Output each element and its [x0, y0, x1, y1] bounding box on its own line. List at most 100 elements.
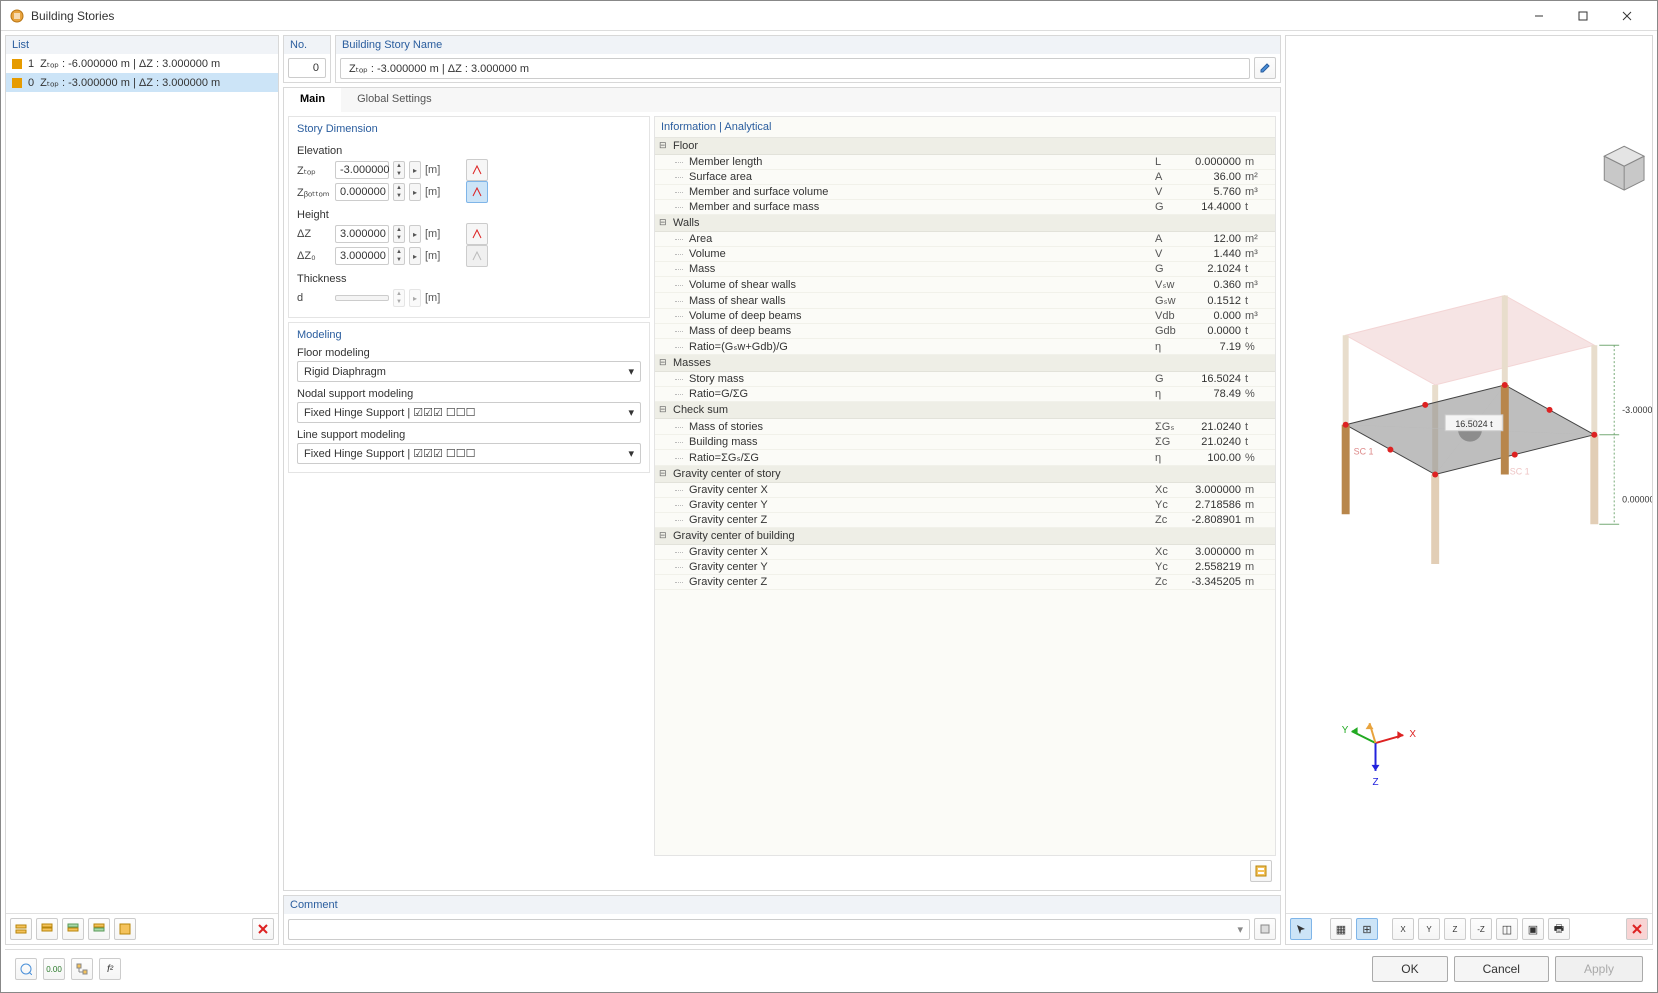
comment-library-button[interactable]	[1254, 918, 1276, 940]
help-button[interactable]	[15, 958, 37, 980]
info-row: Member and surface massG14.4000t	[655, 200, 1275, 215]
name-field[interactable]: Zₜₒₚ : -3.000000 m | ΔZ : 3.000000 m	[340, 58, 1250, 79]
info-row: Ratio=ΣGₛ/ΣGη100.00%	[655, 450, 1275, 466]
view-tool-yz[interactable]: Y	[1418, 918, 1440, 940]
view-tool-cursor[interactable]	[1290, 918, 1312, 940]
z-top-label: Zₜₒₚ	[297, 164, 331, 177]
unit-label: [m]	[425, 186, 440, 198]
comment-input[interactable]: ▾	[288, 919, 1250, 940]
dz0-spinner[interactable]: ▲▼	[393, 247, 405, 265]
view-tool-grid[interactable]: ▦	[1330, 918, 1352, 940]
info-row: Building massΣG21.0240t	[655, 435, 1275, 450]
height-heading: Height	[297, 203, 641, 223]
info-row: Member and surface volumeV5.760m³	[655, 185, 1275, 200]
close-button[interactable]	[1605, 2, 1649, 30]
story-color-chip	[12, 78, 22, 88]
story-dimension-group: Story Dimension Elevation Zₜₒₚ -3.000000…	[288, 116, 650, 318]
tab-main[interactable]: Main	[284, 88, 341, 112]
apply-button: Apply	[1555, 956, 1643, 982]
list-item-idx: 0	[28, 77, 34, 89]
z-bottom-spinner[interactable]: ▲▼	[393, 183, 405, 201]
story-list[interactable]: 1 Zₜₒₚ : -6.000000 m | ΔZ : 3.000000 m 0…	[6, 54, 278, 913]
minimize-button[interactable]	[1517, 2, 1561, 30]
svg-text:0.000000 m: 0.000000 m	[1622, 494, 1652, 504]
list-item-idx: 1	[28, 58, 34, 70]
no-field[interactable]: 0	[288, 58, 326, 78]
z-top-spinner[interactable]: ▲▼	[393, 161, 405, 179]
units-button[interactable]: 0.00	[43, 958, 65, 980]
info-category[interactable]: Gravity center of story	[655, 466, 1275, 483]
view-tool-persp[interactable]: ▣	[1522, 918, 1544, 940]
info-title: Information | Analytical	[655, 117, 1275, 138]
line-support-select[interactable]: Fixed Hinge Support | ☑☑☑ ☐☐☐▾	[297, 443, 641, 464]
list-tool-3[interactable]	[62, 918, 84, 940]
info-row: AreaA12.00m²	[655, 232, 1275, 247]
view-tool-flip[interactable]: -Z	[1470, 918, 1492, 940]
list-item[interactable]: 0 Zₜₒₚ : -3.000000 m | ΔZ : 3.000000 m	[6, 73, 278, 92]
dz0-step[interactable]: ▸	[409, 247, 421, 265]
list-tool-1[interactable]	[10, 918, 32, 940]
modeling-group: Modeling Floor modeling Rigid Diaphragm▾…	[288, 322, 650, 473]
info-category[interactable]: Gravity center of building	[655, 528, 1275, 545]
tab-global-settings[interactable]: Global Settings	[341, 88, 448, 112]
list-tool-5[interactable]	[114, 918, 136, 940]
chevron-down-icon: ▾	[1237, 923, 1243, 936]
view-tool-xy[interactable]: X	[1392, 918, 1414, 940]
view-tool-iso[interactable]: ◫	[1496, 918, 1518, 940]
pick-dz0-button	[466, 245, 488, 267]
z-bottom-input[interactable]: 0.000000	[335, 183, 389, 201]
info-row: VolumeV1.440m³	[655, 247, 1275, 262]
z-bottom-step[interactable]: ▸	[409, 183, 421, 201]
dz0-label: ΔZ₀	[297, 250, 331, 262]
svg-text:X: X	[1409, 729, 1416, 740]
info-row: Volume of shear wallsVₛw0.360m³	[655, 277, 1275, 293]
unit-label: [m]	[425, 164, 440, 176]
svg-text:-3.000000 m: -3.000000 m	[1622, 405, 1652, 415]
script-button[interactable]: f²	[99, 958, 121, 980]
list-item[interactable]: 1 Zₜₒₚ : -6.000000 m | ΔZ : 3.000000 m	[6, 54, 278, 73]
z-top-input[interactable]: -3.000000	[335, 161, 389, 179]
info-category[interactable]: Walls	[655, 215, 1275, 232]
chevron-down-icon: ▾	[628, 365, 634, 378]
info-row: Gravity center YYc2.558219m	[655, 560, 1275, 575]
chevron-down-icon: ▾	[628, 447, 634, 460]
dz-spinner[interactable]: ▲▼	[393, 225, 405, 243]
floor-modeling-select[interactable]: Rigid Diaphragm▾	[297, 361, 641, 382]
list-tool-4[interactable]	[88, 918, 110, 940]
delete-button[interactable]	[252, 918, 274, 940]
info-table: Information | Analytical FloorMember len…	[654, 116, 1276, 856]
info-category[interactable]: Masses	[655, 355, 1275, 372]
info-row: Surface areaA36.00m²	[655, 170, 1275, 185]
info-category[interactable]: Check sum	[655, 402, 1275, 419]
dz-input[interactable]: 3.000000	[335, 225, 389, 243]
dz0-input[interactable]: 3.000000	[335, 247, 389, 265]
view-tool-print[interactable]: 🖶	[1548, 918, 1570, 940]
maximize-button[interactable]	[1561, 2, 1605, 30]
ok-button[interactable]: OK	[1372, 956, 1447, 982]
info-row: Gravity center ZZc-2.808901m	[655, 513, 1275, 528]
floor-modeling-label: Floor modeling	[297, 345, 641, 361]
view-tool-close[interactable]	[1626, 918, 1648, 940]
pick-dz-button[interactable]	[466, 223, 488, 245]
unit-label: [m]	[425, 292, 440, 304]
info-settings-button[interactable]	[1250, 860, 1272, 882]
cancel-button[interactable]: Cancel	[1454, 956, 1549, 982]
pick-z-bottom-button[interactable]	[466, 181, 488, 203]
info-row: Ratio=(Gₛw+Gdb)/Gη7.19%	[655, 339, 1275, 355]
nodal-support-select[interactable]: Fixed Hinge Support | ☑☑☑ ☐☐☐▾	[297, 402, 641, 423]
preview-3d[interactable]: 16.5024 t SC 1 SC 1 -3.000000 m 0.000000…	[1286, 36, 1652, 913]
view-tool-axes[interactable]: ⊞	[1356, 918, 1378, 940]
pick-z-top-button[interactable]	[466, 159, 488, 181]
z-top-step[interactable]: ▸	[409, 161, 421, 179]
info-category[interactable]: Floor	[655, 138, 1275, 155]
edit-name-button[interactable]	[1254, 57, 1276, 79]
line-support-label: Line support modeling	[297, 423, 641, 443]
name-label: Building Story Name	[336, 36, 1280, 54]
view-tool-xz[interactable]: Z	[1444, 918, 1466, 940]
tree-button[interactable]	[71, 958, 93, 980]
window-title: Building Stories	[31, 9, 1517, 23]
dz-step[interactable]: ▸	[409, 225, 421, 243]
info-row: MassG2.1024t	[655, 262, 1275, 277]
list-tool-2[interactable]	[36, 918, 58, 940]
elevation-heading: Elevation	[297, 139, 641, 159]
